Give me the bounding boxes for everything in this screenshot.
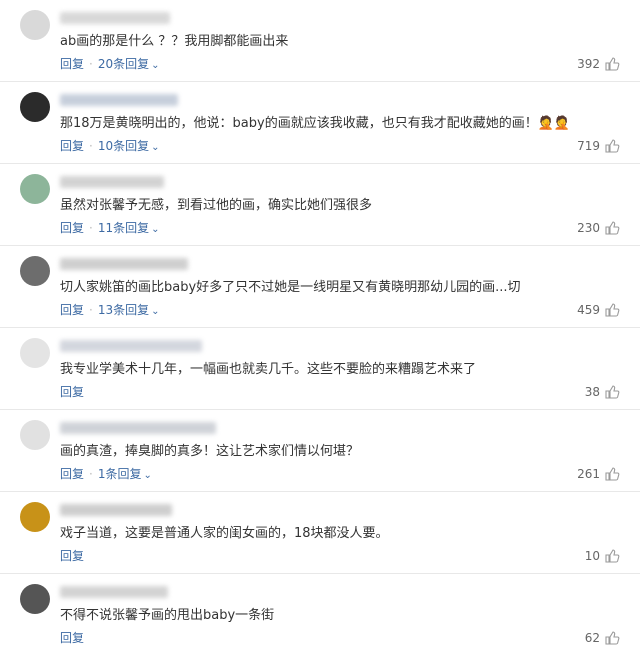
like-control[interactable]: 719 xyxy=(577,138,620,154)
comment-list: ab画的那是什么 ？？我用脚都能画出来 回复 · 20条回复 ⌄ 392 那18万是黄… xyxy=(0,0,640,656)
like-count: 719 xyxy=(577,139,600,153)
avatar[interactable] xyxy=(20,338,50,368)
chevron-down-icon: ⌄ xyxy=(151,60,160,71)
comment-item: ab画的那是什么 ？？我用脚都能画出来 回复 · 20条回复 ⌄ 392 xyxy=(0,0,640,82)
replies-count-label: 20条回复 xyxy=(97,57,150,71)
reply-link[interactable]: 回复 xyxy=(60,631,84,645)
chevron-down-icon: ⌄ xyxy=(143,470,152,481)
avatar[interactable] xyxy=(20,174,50,204)
like-control[interactable]: 392 xyxy=(577,56,620,72)
like-count: 392 xyxy=(577,57,600,71)
action-separator: · xyxy=(89,221,93,235)
replies-count-label: 10条回复 xyxy=(97,139,150,153)
comment-actions: 回复 xyxy=(60,630,84,646)
reply-link[interactable]: 回复 xyxy=(60,221,84,235)
comment-actions: 回复 · 11条回复 ⌄ xyxy=(60,220,160,238)
username-blurred[interactable] xyxy=(60,504,172,516)
action-separator: · xyxy=(89,139,93,153)
username-blurred[interactable] xyxy=(60,340,202,352)
comment-actions: 回复 · 13条回复 ⌄ xyxy=(60,302,160,320)
thumbs-up-icon[interactable] xyxy=(604,466,620,482)
comment-text: 那18万是黄晓明出的，他说：baby的画就应该我收藏，也只有我才配收藏她的画！🤦… xyxy=(60,116,571,131)
thumbs-up-icon[interactable] xyxy=(604,630,620,646)
like-count: 459 xyxy=(577,303,600,317)
thumbs-up-icon[interactable] xyxy=(604,220,620,236)
username-blurred[interactable] xyxy=(60,258,188,270)
like-count: 10 xyxy=(584,549,600,563)
avatar[interactable] xyxy=(20,92,50,122)
thumbs-up-icon[interactable] xyxy=(604,138,620,154)
avatar[interactable] xyxy=(20,256,50,286)
comment-item: 那18万是黄晓明出的，他说：baby的画就应该我收藏，也只有我才配收藏她的画！🤦… xyxy=(0,82,640,164)
chevron-down-icon: ⌄ xyxy=(151,142,160,153)
comment-actions: 回复 · 20条回复 ⌄ xyxy=(60,56,160,74)
username-blurred[interactable] xyxy=(60,94,178,106)
view-replies-link[interactable]: 11条回复 ⌄ xyxy=(98,221,160,235)
replies-count-label: 11条回复 xyxy=(97,221,150,235)
like-control[interactable]: 62 xyxy=(585,630,620,646)
comment-actions: 回复 · 1条回复 ⌄ xyxy=(60,466,152,484)
comment-actions: 回复 xyxy=(60,384,84,400)
comment-item: 切人家姚笛的画比baby好多了只不过她是一线明星又有黄晓明那幼儿园的画...切 … xyxy=(0,246,640,328)
username-blurred[interactable] xyxy=(60,176,164,188)
chevron-down-icon: ⌄ xyxy=(151,224,160,235)
thumbs-up-icon[interactable] xyxy=(604,56,620,72)
comment-actions: 回复 xyxy=(60,548,84,564)
comment-text: 戏子当道，这要是普通人家的闺女画的，18块都没人要。 xyxy=(60,526,389,541)
view-replies-link[interactable]: 1条回复 ⌄ xyxy=(98,467,152,481)
replies-count-label: 1条回复 xyxy=(97,467,142,481)
like-control[interactable]: 38 xyxy=(585,384,620,400)
avatar[interactable] xyxy=(20,584,50,614)
comment-text: ab画的那是什么 ？？我用脚都能画出来 xyxy=(60,34,289,49)
action-separator: · xyxy=(89,303,93,317)
action-separator: · xyxy=(89,467,93,481)
reply-link[interactable]: 回复 xyxy=(60,303,84,317)
comment-item: 戏子当道，这要是普通人家的闺女画的，18块都没人要。 回复 10 xyxy=(0,492,640,574)
avatar[interactable] xyxy=(20,10,50,40)
avatar[interactable] xyxy=(20,420,50,450)
like-control[interactable]: 230 xyxy=(577,220,620,236)
like-control[interactable]: 10 xyxy=(585,548,620,564)
comment-item: 虽然对张馨予无感，到看过他的画，确实比她们强很多 回复 · 11条回复 ⌄ 230 xyxy=(0,164,640,246)
comment-text: 我专业学美术十几年，一幅画也就卖几千。这些不要脸的来糟蹋艺术来了 xyxy=(60,362,477,377)
comment-text: 虽然对张馨予无感，到看过他的画，确实比她们强很多 xyxy=(60,198,373,213)
view-replies-link[interactable]: 13条回复 ⌄ xyxy=(98,303,160,317)
reply-link[interactable]: 回复 xyxy=(60,139,84,153)
reply-link[interactable]: 回复 xyxy=(60,467,84,481)
username-blurred[interactable] xyxy=(60,422,216,434)
view-replies-link[interactable]: 20条回复 ⌄ xyxy=(98,57,160,71)
view-replies-link[interactable]: 10条回复 ⌄ xyxy=(98,139,160,153)
replies-count-label: 13条回复 xyxy=(97,303,150,317)
thumbs-up-icon[interactable] xyxy=(604,548,620,564)
reply-link[interactable]: 回复 xyxy=(60,549,84,563)
comment-item: 不得不说张馨予画的甩出baby一条街 回复 62 xyxy=(0,574,640,656)
chevron-down-icon: ⌄ xyxy=(151,306,160,317)
like-count: 38 xyxy=(584,385,600,399)
username-blurred[interactable] xyxy=(60,12,170,24)
like-control[interactable]: 459 xyxy=(577,302,620,318)
avatar[interactable] xyxy=(20,502,50,532)
comment-text: 切人家姚笛的画比baby好多了只不过她是一线明星又有黄晓明那幼儿园的画...切 xyxy=(60,280,521,295)
like-control[interactable]: 261 xyxy=(577,466,620,482)
like-count: 261 xyxy=(577,467,600,481)
comment-text: 不得不说张馨予画的甩出baby一条街 xyxy=(60,608,275,623)
action-separator: · xyxy=(89,57,93,71)
thumbs-up-icon[interactable] xyxy=(604,302,620,318)
comment-item: 我专业学美术十几年，一幅画也就卖几千。这些不要脸的来糟蹋艺术来了 回复 38 xyxy=(0,328,640,410)
like-count: 62 xyxy=(584,631,600,645)
thumbs-up-icon[interactable] xyxy=(604,384,620,400)
username-blurred[interactable] xyxy=(60,586,168,598)
comment-text: 画的真渣，捧臭脚的真多！这让艺术家们情以何堪？ xyxy=(60,444,360,459)
comment-item: 画的真渣，捧臭脚的真多！这让艺术家们情以何堪？ 回复 · 1条回复 ⌄ 261 xyxy=(0,410,640,492)
comment-actions: 回复 · 10条回复 ⌄ xyxy=(60,138,160,156)
like-count: 230 xyxy=(577,221,600,235)
reply-link[interactable]: 回复 xyxy=(60,57,84,71)
reply-link[interactable]: 回复 xyxy=(60,385,84,399)
